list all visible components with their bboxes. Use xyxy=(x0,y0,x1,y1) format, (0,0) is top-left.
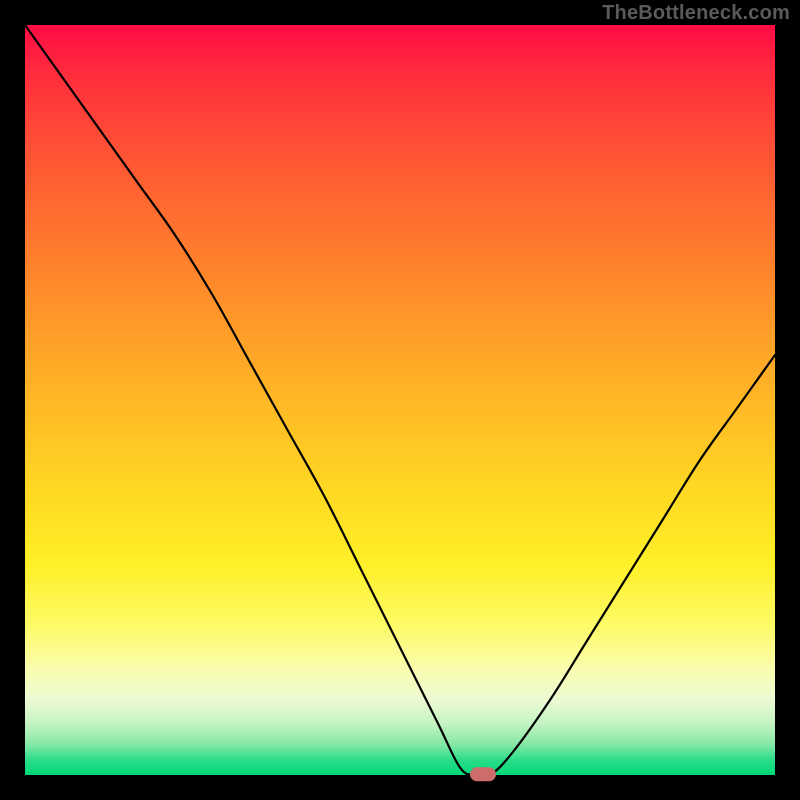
bottleneck-curve xyxy=(25,25,775,775)
watermark-text: TheBottleneck.com xyxy=(602,2,790,25)
curve-layer xyxy=(25,25,775,775)
optimal-point-marker xyxy=(470,767,496,781)
plot-area xyxy=(25,25,775,775)
chart-frame: TheBottleneck.com xyxy=(0,0,800,800)
